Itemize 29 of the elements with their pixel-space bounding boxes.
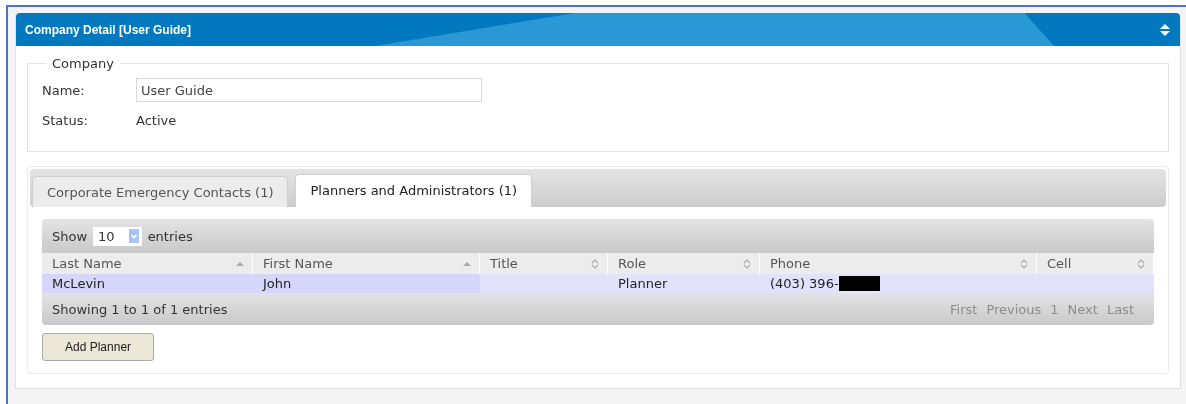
panel-title: Company Detail [User Guide]: [25, 22, 192, 37]
sort-icon[interactable]: [1137, 258, 1145, 269]
show-label: Show: [52, 228, 88, 244]
column-header[interactable]: Title: [490, 256, 518, 271]
collapse-toggle-icon[interactable]: [1160, 23, 1170, 36]
sort-ascending-icon[interactable]: [463, 261, 471, 266]
column-header[interactable]: Role: [618, 256, 646, 271]
sort-icon[interactable]: [743, 258, 751, 269]
field-label: Name:: [42, 82, 86, 98]
table-cell: (403) 396-: [770, 276, 839, 291]
sort-ascending-icon[interactable]: [236, 261, 244, 266]
table-cell: John: [263, 276, 292, 291]
table-info: Showing 1 to 1 of 1 entries: [52, 301, 228, 317]
tab[interactable]: Planners and Administrators (1): [295, 174, 533, 207]
fieldset-legend: Company: [46, 56, 120, 71]
column-header[interactable]: Phone: [770, 256, 811, 271]
tab[interactable]: Corporate Emergency Contacts (1): [32, 176, 289, 207]
status-value: Active: [136, 112, 177, 128]
page-size-select[interactable]: 10: [93, 226, 142, 246]
add-planner-button[interactable]: Add Planner: [42, 333, 155, 361]
field-label: Status:: [42, 112, 89, 128]
column-header[interactable]: Cell: [1047, 256, 1072, 271]
entries-label: entries: [147, 228, 193, 244]
sort-icon[interactable]: [591, 258, 599, 269]
table-cell: McLevin: [52, 276, 105, 291]
name-input[interactable]: User Guide: [136, 78, 482, 102]
table-cell: Planner: [618, 276, 668, 291]
sort-icon[interactable]: [1020, 258, 1028, 269]
dropdown-caret-icon[interactable]: [128, 229, 139, 243]
